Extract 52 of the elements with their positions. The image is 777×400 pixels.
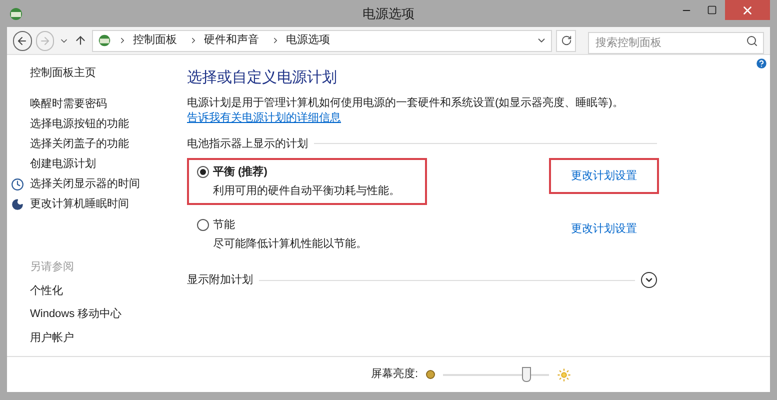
sidebar-link[interactable]: 创建电源计划 <box>30 156 96 173</box>
moon-icon <box>11 198 24 211</box>
close-button[interactable] <box>725 0 770 20</box>
page-heading: 选择或自定义电源计划 <box>187 68 338 88</box>
section-heading: 电池指示器上显示的计划 <box>187 136 308 152</box>
description-text: 电源计划是用于管理计算机如何使用电源的一套硬件和系统设置(如显示器亮度、睡眠等)。 告诉我有关电源计划的详细信息 <box>187 96 624 126</box>
maximize-icon <box>707 5 717 15</box>
plan-option[interactable]: 平衡 (推荐) 利用可用的硬件自动平衡功耗与性能。 <box>187 158 427 205</box>
sidebar-link[interactable]: 唤醒时需要密码 <box>30 96 107 113</box>
brightness-slider[interactable] <box>443 366 550 382</box>
see-also-heading: 另请参阅 <box>30 260 75 275</box>
refresh-button[interactable] <box>556 30 576 52</box>
forward-arrow-icon <box>38 34 51 46</box>
control-panel-icon <box>97 33 112 48</box>
change-plan-settings-link[interactable]: 更改计划设置 <box>571 220 637 238</box>
sidebar-home-link[interactable]: 控制面板主页 <box>11 65 185 82</box>
dim-sun-icon <box>426 370 436 379</box>
plan-description: 利用可用的硬件自动平衡功耗与性能。 <box>212 184 401 198</box>
breadcrumb-item[interactable]: 控制面板 <box>133 32 178 49</box>
breadcrumb-item[interactable]: 电源选项 <box>286 32 330 49</box>
radio-button[interactable] <box>197 219 209 232</box>
sidebar-link[interactable]: 选择电源按钮的功能 <box>30 116 129 133</box>
search-icon <box>746 34 758 46</box>
address-bar[interactable]: 控制面板 硬件和声音 电源选项 <box>92 30 552 52</box>
sidebar-link[interactable]: 选择关闭盖子的功能 <box>30 136 129 153</box>
back-arrow-icon <box>16 34 28 46</box>
power-options-icon <box>8 6 24 22</box>
search-field[interactable]: 搜索控制面板 <box>588 32 764 54</box>
sidebar-link[interactable]: 更改计算机睡眠时间 <box>30 196 129 213</box>
plan-option[interactable]: 节能 尽可能降低计算机性能以节能。 <box>187 211 427 258</box>
sidebar-link[interactable]: 选择关闭显示器的时间 <box>30 176 140 193</box>
plan-name: 节能 <box>213 218 235 233</box>
clock-icon <box>11 178 24 191</box>
up-arrow-icon <box>74 34 88 47</box>
details-link[interactable]: 告诉我有关电源计划的详细信息 <box>187 112 341 124</box>
refresh-icon <box>560 35 572 46</box>
slider-thumb[interactable] <box>522 366 531 382</box>
radio-button[interactable] <box>197 166 209 178</box>
see-also-link[interactable]: 用户帐户 <box>30 330 185 346</box>
plan-description: 尽可能降低计算机性能以节能。 <box>212 236 368 252</box>
help-icon[interactable] <box>755 57 768 70</box>
breadcrumb-item[interactable]: 硬件和声音 <box>204 32 260 49</box>
see-also-link[interactable]: 个性化 <box>30 282 185 299</box>
bright-sun-icon <box>557 368 572 382</box>
plan-name: 平衡 (推荐) <box>213 164 268 180</box>
see-also-link[interactable]: Windows 移动中心 <box>30 306 185 322</box>
back-button[interactable] <box>13 30 32 50</box>
more-plans-heading: 显示附加计划 <box>187 273 253 288</box>
window-title: 电源选项 <box>362 4 414 23</box>
close-icon <box>741 4 754 16</box>
expand-button[interactable] <box>641 272 657 288</box>
brightness-label: 屏幕亮度: <box>371 366 418 382</box>
